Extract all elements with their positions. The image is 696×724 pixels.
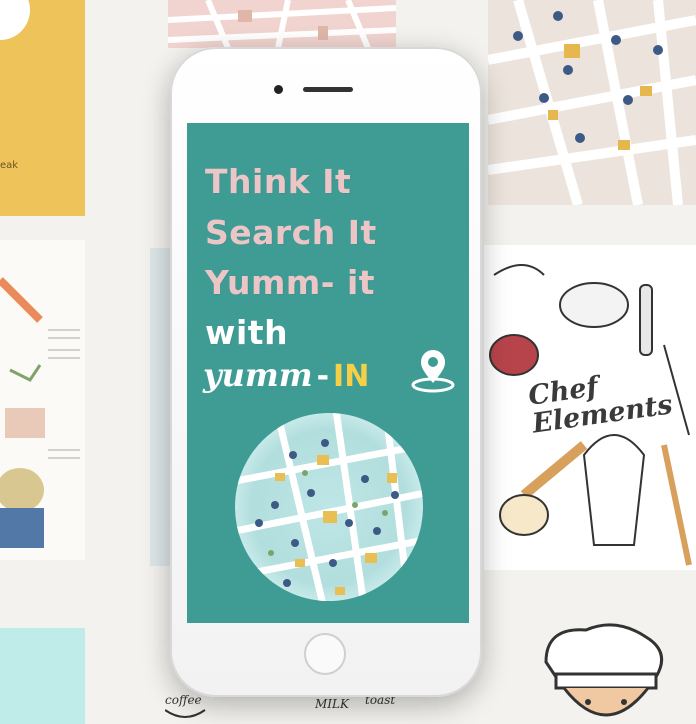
headline-yumm-it: Yumm- it bbox=[205, 263, 376, 302]
brand-in-text: IN bbox=[333, 359, 370, 394]
pink-map-streets bbox=[168, 0, 396, 48]
bg-pink-map bbox=[168, 0, 396, 48]
bg-yellow-card: eak bbox=[0, 0, 85, 216]
bg-map-strip bbox=[150, 248, 172, 566]
home-button[interactable] bbox=[304, 633, 346, 675]
bg-street-map bbox=[488, 0, 696, 205]
chef-face-illustration bbox=[544, 623, 664, 717]
phone-screen: Think It Search It Yumm- it with yumm - IN bbox=[187, 123, 469, 623]
earpiece-speaker bbox=[303, 87, 353, 92]
headline-search-it: Search It bbox=[205, 213, 377, 252]
bg-chef-illustration bbox=[526, 622, 676, 724]
front-camera bbox=[274, 85, 283, 94]
recipe-illustration bbox=[0, 277, 80, 548]
milk-doodle-label: MILK bbox=[314, 697, 350, 711]
location-pin-icon bbox=[411, 350, 455, 393]
coffee-doodle-label: coffee bbox=[165, 693, 202, 707]
bowl-graphic bbox=[0, 0, 30, 40]
headline-think-it: Think It bbox=[205, 162, 352, 201]
brand-script-text: yumm bbox=[203, 356, 313, 394]
yellow-card-text: eak bbox=[0, 160, 19, 171]
brand-dash: - bbox=[316, 359, 330, 394]
city-map-graphic bbox=[235, 413, 423, 601]
map-streets bbox=[235, 413, 423, 601]
bg-chef-elements-card: Chef Elements bbox=[484, 245, 696, 570]
bg-mint-card bbox=[0, 628, 85, 724]
headline-with: with bbox=[205, 313, 289, 352]
street-map-graphic bbox=[488, 0, 696, 205]
brand-logo: yumm - IN bbox=[203, 356, 369, 394]
bg-recipe-card bbox=[0, 240, 85, 560]
phone-mockup: Think It Search It Yumm- it with yumm - IN bbox=[170, 47, 482, 697]
